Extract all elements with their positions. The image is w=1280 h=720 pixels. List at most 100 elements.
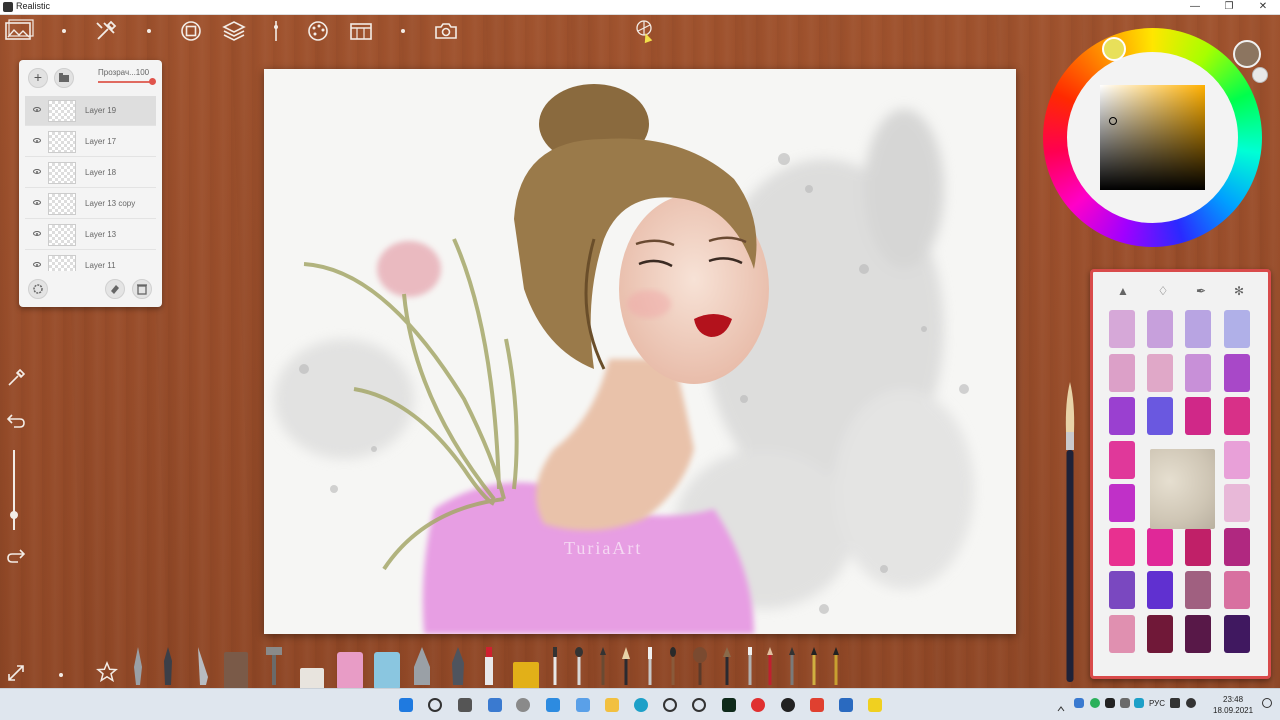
layer-row[interactable]: Layer 13 (25, 220, 156, 250)
import-layer-button[interactable] (54, 68, 74, 88)
visibility-eye-icon[interactable] (33, 262, 41, 267)
media-icon[interactable] (781, 698, 795, 712)
visibility-eye-icon[interactable] (33, 169, 41, 174)
recorder-icon[interactable] (751, 698, 765, 712)
fullscreen-icon[interactable] (5, 663, 27, 685)
brush-tool[interactable] (646, 647, 654, 690)
tools-icon[interactable] (94, 19, 118, 43)
color-swatch[interactable] (1109, 571, 1135, 609)
edge-icon[interactable] (634, 698, 648, 712)
current-color-swatch[interactable] (1233, 40, 1261, 68)
brush-tool[interactable] (832, 647, 840, 690)
gear-icon[interactable]: ✻ (1231, 283, 1247, 299)
realistic-app-icon[interactable] (810, 698, 824, 712)
visibility-eye-icon[interactable] (33, 231, 41, 236)
app-icon[interactable] (692, 698, 706, 712)
pink-eraser-tool[interactable] (337, 652, 363, 690)
color-swatch[interactable] (1224, 440, 1250, 479)
obs-icon[interactable] (663, 698, 677, 712)
camera-icon[interactable] (434, 19, 458, 43)
windows-start-icon[interactable] (399, 698, 413, 712)
image-viewer-icon[interactable] (839, 698, 853, 712)
color-swatch[interactable] (1185, 527, 1211, 566)
blender-tool[interactable] (374, 652, 400, 690)
drawing-canvas[interactable]: TuriaArt (264, 69, 1016, 634)
store-icon[interactable] (576, 698, 590, 712)
layer-row[interactable]: Layer 18 (25, 158, 156, 188)
color-swatch[interactable] (1109, 527, 1135, 566)
paint-tube-tool[interactable] (262, 647, 286, 690)
maximize-button[interactable]: ❐ (1212, 0, 1246, 15)
brush-tool[interactable] (598, 647, 608, 690)
color-swatch[interactable] (1224, 397, 1250, 435)
saturation-cursor[interactable] (1109, 117, 1117, 125)
artrage-icon[interactable] (722, 698, 736, 712)
file-explorer-icon[interactable] (605, 698, 619, 712)
layers-icon[interactable] (222, 19, 246, 43)
transform-icon[interactable] (180, 19, 202, 43)
airbrush-tool[interactable] (450, 647, 466, 690)
opacity-slider-knob[interactable] (149, 78, 156, 85)
knife-tool[interactable] (196, 647, 210, 690)
volume-icon[interactable] (1186, 698, 1196, 708)
pencil-tool[interactable] (412, 647, 432, 690)
watercolor-icon[interactable]: ▲ (1115, 283, 1131, 299)
eyedropper-icon[interactable]: ✒ (1193, 283, 1209, 299)
search-icon[interactable] (428, 698, 442, 712)
color-swatch[interactable] (1109, 440, 1135, 479)
visibility-eye-icon[interactable] (33, 138, 41, 143)
color-swatch[interactable] (1147, 571, 1173, 609)
marker-tool[interactable] (483, 647, 495, 690)
brush-tool[interactable] (620, 647, 632, 690)
color-swatch[interactable] (1185, 310, 1211, 348)
sponge-tool[interactable] (513, 662, 539, 690)
brush-tool[interactable] (766, 647, 774, 690)
visibility-eye-icon[interactable] (33, 107, 41, 112)
layer-row[interactable]: Layer 11 (25, 251, 156, 271)
paint-brush[interactable] (1062, 382, 1078, 682)
paper-icon[interactable] (349, 19, 373, 43)
tray-app-icon[interactable] (1074, 698, 1084, 708)
color-swatch[interactable] (1109, 614, 1135, 653)
minimize-button[interactable]: — (1178, 0, 1212, 15)
brush-tool[interactable] (551, 647, 559, 690)
color-swatch[interactable] (1224, 353, 1250, 392)
layer-row[interactable]: Layer 17 (25, 127, 156, 157)
color-swatch[interactable] (1224, 614, 1250, 653)
eyedropper-icon[interactable] (5, 368, 27, 390)
color-swatch[interactable] (1224, 527, 1250, 566)
brush-tool[interactable] (810, 647, 818, 690)
brush-tool[interactable] (574, 647, 584, 690)
color-swatch[interactable] (1185, 571, 1211, 609)
color-swatch[interactable] (1185, 614, 1211, 653)
notification-icon[interactable] (1262, 698, 1272, 708)
opacity-slider[interactable] (98, 81, 153, 83)
network-icon[interactable] (1170, 698, 1180, 708)
eraser-tool[interactable] (300, 668, 324, 690)
palette-knife-tool[interactable] (133, 647, 143, 690)
brush-tool[interactable] (692, 647, 708, 690)
clock[interactable]: 23:48 18.09.2021 (1213, 694, 1253, 716)
color-swatch[interactable] (1224, 571, 1250, 609)
task-view-icon[interactable] (458, 698, 472, 712)
gallery-icon[interactable] (4, 19, 34, 43)
layer-row[interactable]: Layer 19 (25, 96, 156, 126)
color-swatch[interactable] (1147, 353, 1173, 392)
color-swatch[interactable] (1109, 484, 1135, 522)
chevron-up-icon[interactable] (1057, 700, 1065, 712)
color-swatch[interactable] (1147, 614, 1173, 653)
charcoal-tool[interactable] (224, 652, 248, 690)
color-swatch[interactable] (1185, 397, 1211, 435)
photos-icon[interactable] (546, 698, 560, 712)
close-button[interactable]: ✕ (1246, 0, 1280, 15)
undo-icon[interactable] (5, 411, 27, 433)
favorite-star-icon[interactable] (96, 661, 118, 688)
layer-settings-button[interactable] (28, 279, 48, 299)
saturation-value-picker[interactable] (1100, 85, 1205, 190)
brush-tool[interactable] (722, 647, 732, 690)
color-swatch[interactable] (1109, 397, 1135, 435)
layer-row[interactable]: Layer 13 copy (25, 189, 156, 219)
redo-icon[interactable] (5, 546, 27, 568)
eraser-layer-button[interactable] (105, 279, 125, 299)
sticky-notes-icon[interactable] (868, 698, 882, 712)
